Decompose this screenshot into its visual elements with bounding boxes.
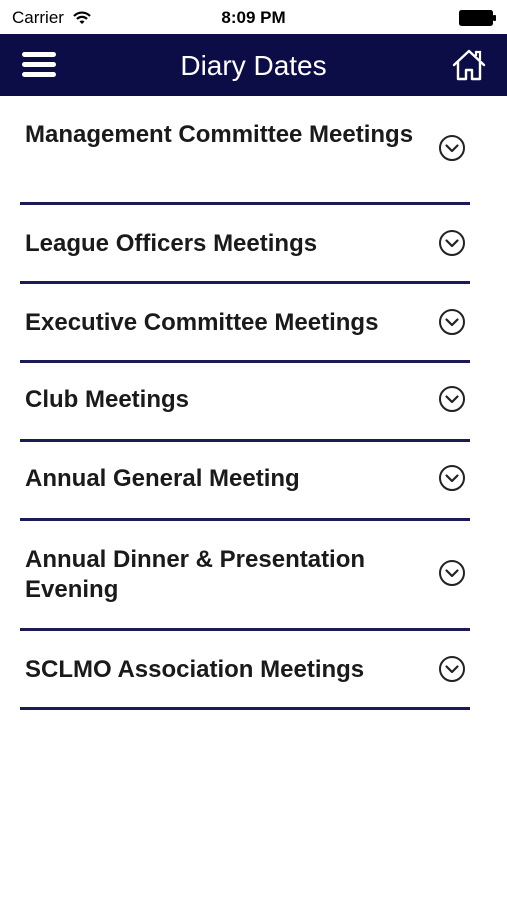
list-item-executive-committee[interactable]: Executive Committee Meetings [20, 284, 470, 363]
page-title: Diary Dates [180, 50, 327, 81]
screen: Carrier 8:09 PM Diary Dates Management C… [0, 0, 507, 900]
chevron-down-circle-icon[interactable] [438, 655, 466, 683]
list-item-club-meetings[interactable]: Club Meetings [20, 363, 470, 442]
list-item-label: Executive Committee Meetings [25, 309, 379, 336]
chevron-down-circle-icon[interactable] [438, 385, 466, 413]
list-item-label: Annual General Meeting [25, 465, 300, 492]
list-item-annual-dinner[interactable]: Annual Dinner & Presentation Evening [20, 521, 470, 631]
list-item-label: League Officers Meetings [25, 230, 318, 257]
list-item-sclmo-association[interactable]: SCLMO Association Meetings [20, 631, 470, 710]
chevron-down-circle-icon[interactable] [438, 464, 466, 492]
list-item-league-officers[interactable]: League Officers Meetings [20, 205, 470, 284]
list-item-label: Club Meetings [25, 386, 190, 413]
list-item-management-committee[interactable]: Management Committee Meetings [20, 96, 470, 205]
list-item-label: SCLMO Association Meetings [25, 656, 365, 683]
list-item-label: Management Committee Meetings [25, 121, 414, 148]
status-bar: Carrier 8:09 PM [0, 0, 507, 34]
list-item-label: Annual Dinner & Presentation Evening [25, 546, 366, 603]
nav-bar: Diary Dates [0, 34, 507, 96]
status-time: 8:09 PM [221, 8, 286, 27]
list-item-agm[interactable]: Annual General Meeting [20, 442, 470, 521]
chevron-down-circle-icon[interactable] [438, 134, 466, 162]
home-icon[interactable] [451, 48, 487, 82]
battery-icon [459, 10, 496, 26]
chevron-down-circle-icon[interactable] [438, 559, 466, 587]
chevron-down-circle-icon[interactable] [438, 308, 466, 336]
chevron-down-circle-icon[interactable] [438, 229, 466, 257]
